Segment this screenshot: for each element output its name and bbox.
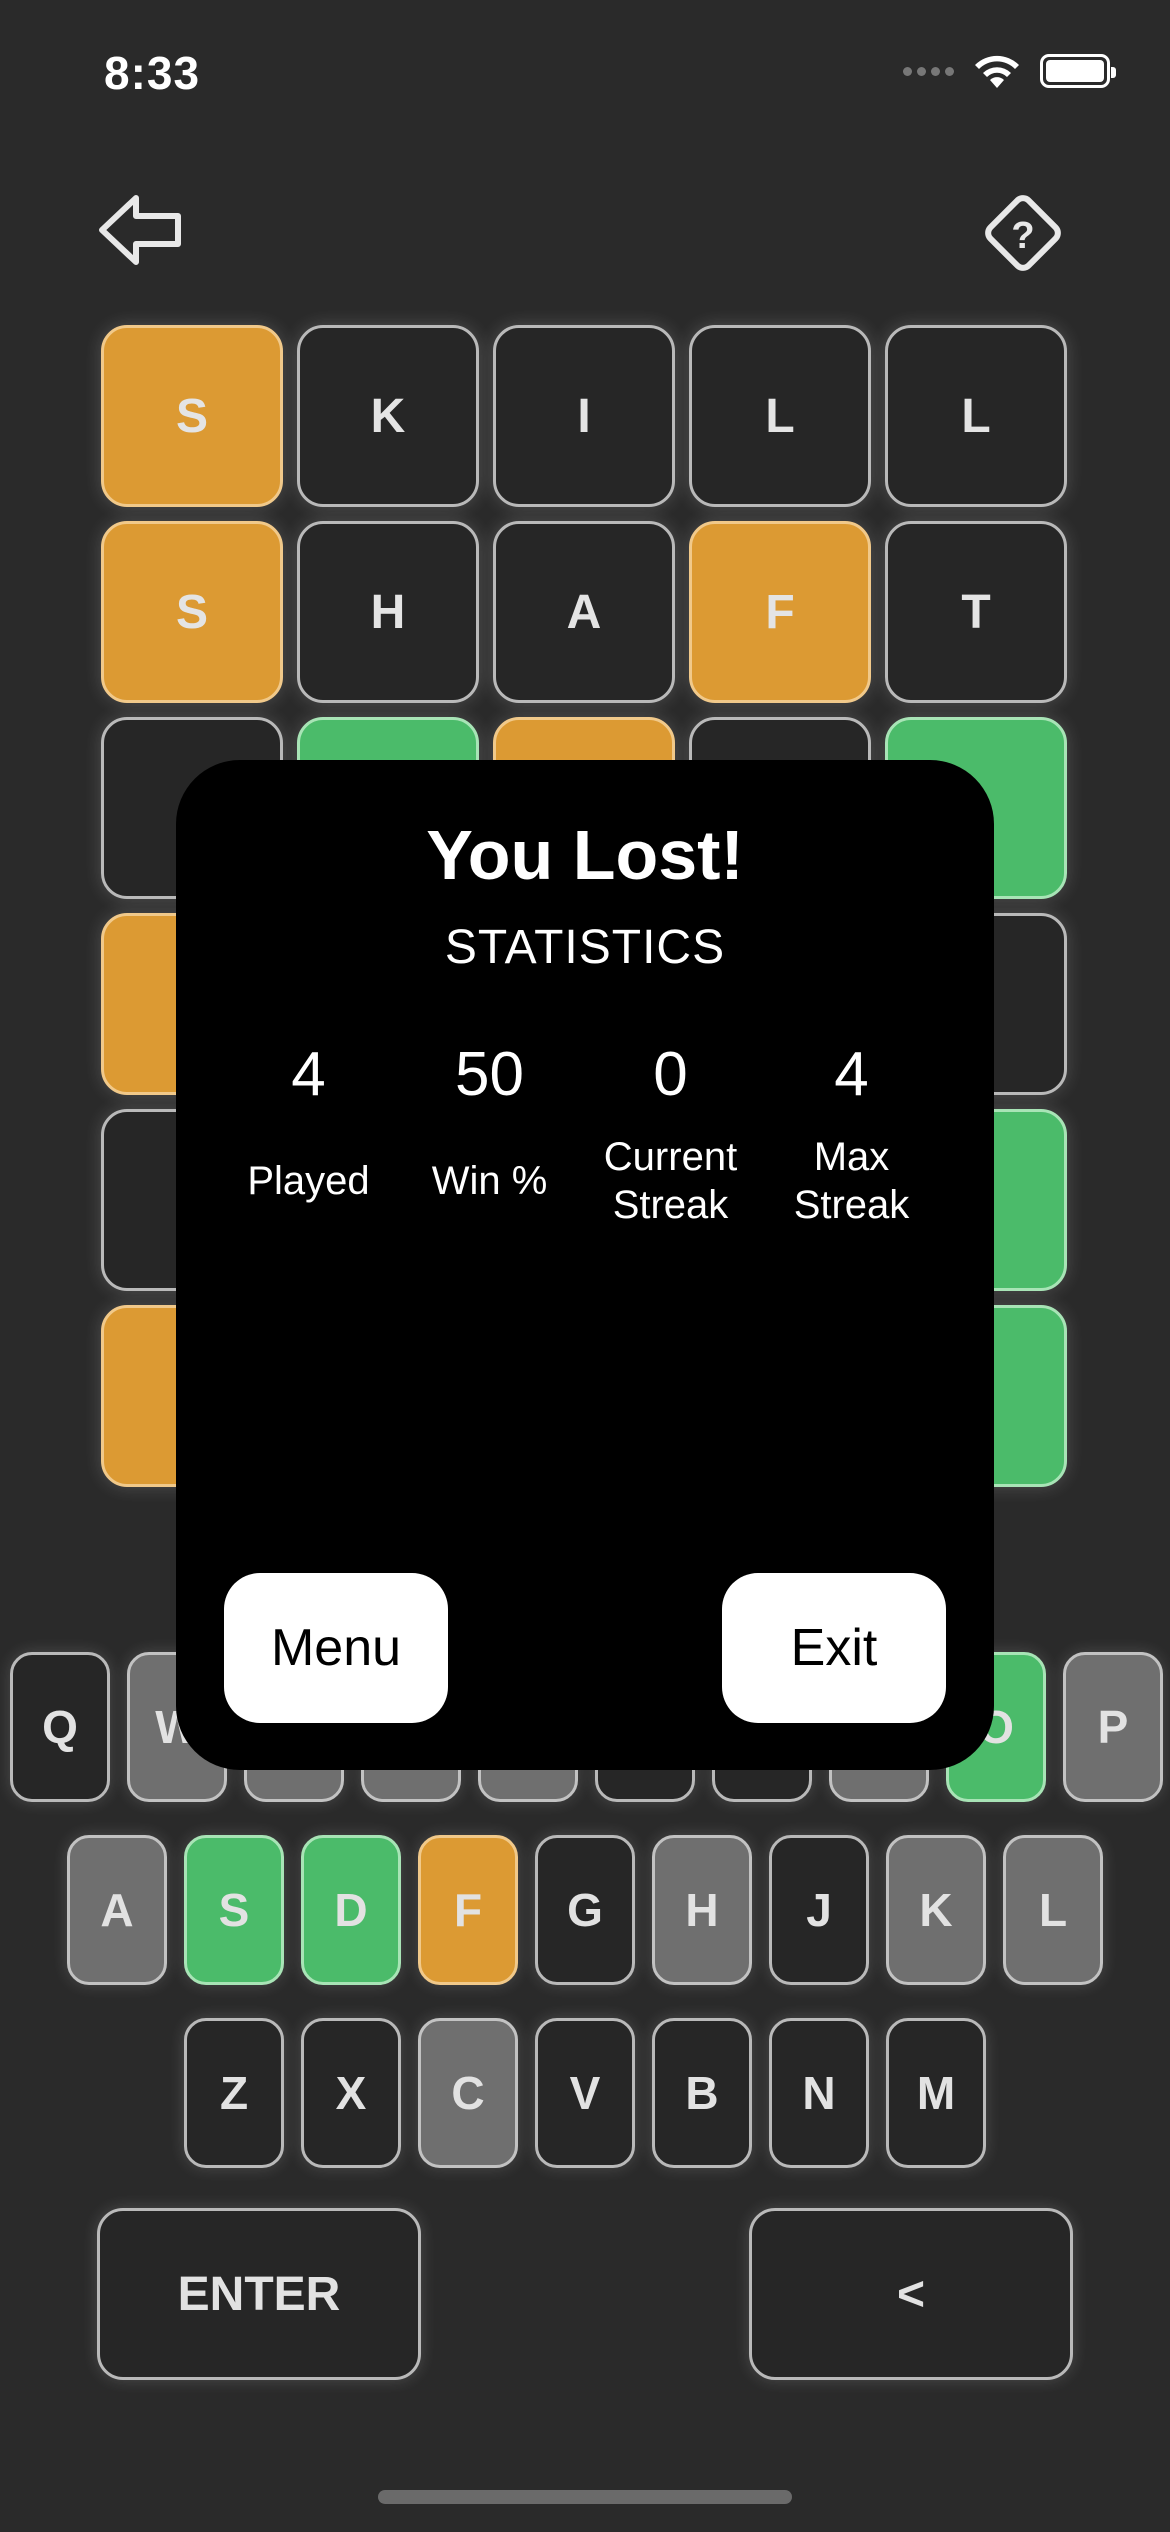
stat-value: 50 (455, 1040, 524, 1109)
enter-key[interactable]: ENTER (97, 2208, 421, 2380)
status-icons (903, 52, 1116, 90)
wifi-icon (975, 55, 1019, 88)
stat-label-line: Current (603, 1135, 738, 1179)
key-s[interactable]: S (184, 1835, 284, 1985)
game-screen: 8:33 ? SKILLSHAFT QWERTYUIOP ASDFGHJKL Z… (0, 0, 1170, 2532)
grid-tile: K (297, 325, 479, 507)
result-modal: You Lost! STATISTICS 4 Played 50 Win % 0… (176, 760, 994, 1770)
key-g[interactable]: G (535, 1835, 635, 1985)
key-q[interactable]: Q (10, 1652, 110, 1802)
key-v[interactable]: V (535, 2018, 635, 2168)
grid-row: SKILL (101, 325, 1069, 507)
grid-tile: T (885, 521, 1067, 703)
stat-label: Max Streak (761, 1133, 942, 1229)
signal-icon (903, 66, 954, 76)
stat-max-streak: 4 Max Streak (761, 1035, 942, 1229)
stat-label: Win % (431, 1159, 548, 1203)
key-h[interactable]: H (652, 1835, 752, 1985)
key-z[interactable]: Z (184, 2018, 284, 2168)
key-b[interactable]: B (652, 2018, 752, 2168)
stat-label-line: Max (813, 1135, 890, 1179)
key-n[interactable]: N (769, 2018, 869, 2168)
stat-label-line: Streak (612, 1183, 729, 1227)
grid-tile: A (493, 521, 675, 703)
modal-subtitle: STATISTICS (444, 921, 726, 974)
key-c[interactable]: C (418, 2018, 518, 2168)
stat-value: 0 (653, 1040, 688, 1109)
key-d[interactable]: D (301, 1835, 401, 1985)
status-time: 8:33 (104, 47, 201, 99)
key-p[interactable]: P (1063, 1652, 1163, 1802)
grid-tile: I (493, 325, 675, 507)
key-m[interactable]: M (886, 2018, 986, 2168)
grid-tile: S (101, 521, 283, 703)
back-arrow-icon[interactable] (96, 190, 186, 270)
key-f[interactable]: F (418, 1835, 518, 1985)
exit-button[interactable]: Exit (722, 1573, 946, 1723)
home-indicator[interactable] (378, 2490, 792, 2504)
modal-title: You Lost! (426, 816, 744, 894)
key-j[interactable]: J (769, 1835, 869, 1985)
grid-tile: L (885, 325, 1067, 507)
backspace-key[interactable]: < (749, 2208, 1073, 2380)
grid-tile: F (689, 521, 871, 703)
battery-icon (1040, 54, 1116, 88)
menu-button[interactable]: Menu (224, 1573, 448, 1723)
keyboard-row-2: ASDFGHJKL (67, 1835, 1103, 1985)
grid-tile: L (689, 325, 871, 507)
grid-tile: H (297, 521, 479, 703)
key-k[interactable]: K (886, 1835, 986, 1985)
stats-row: 4 Played 50 Win % 0 Current Streak 4 Max… (218, 1035, 942, 1229)
stat-current-streak: 0 Current Streak (580, 1035, 761, 1229)
stat-label: Current Streak (580, 1133, 761, 1229)
stat-label: Played (247, 1159, 370, 1203)
stat-win-percent: 50 Win % (399, 1035, 580, 1229)
svg-text:?: ? (1011, 215, 1034, 257)
key-a[interactable]: A (67, 1835, 167, 1985)
grid-tile: S (101, 325, 283, 507)
key-l[interactable]: L (1003, 1835, 1103, 1985)
stat-value: 4 (291, 1040, 326, 1109)
keyboard-row-3: ZXCVBNM (184, 2018, 986, 2168)
grid-row: SHAFT (101, 521, 1069, 703)
stat-label-line: Streak (793, 1183, 910, 1227)
key-x[interactable]: X (301, 2018, 401, 2168)
stat-value: 4 (834, 1040, 869, 1109)
stat-played: 4 Played (218, 1035, 399, 1229)
help-icon[interactable]: ? (978, 188, 1068, 278)
